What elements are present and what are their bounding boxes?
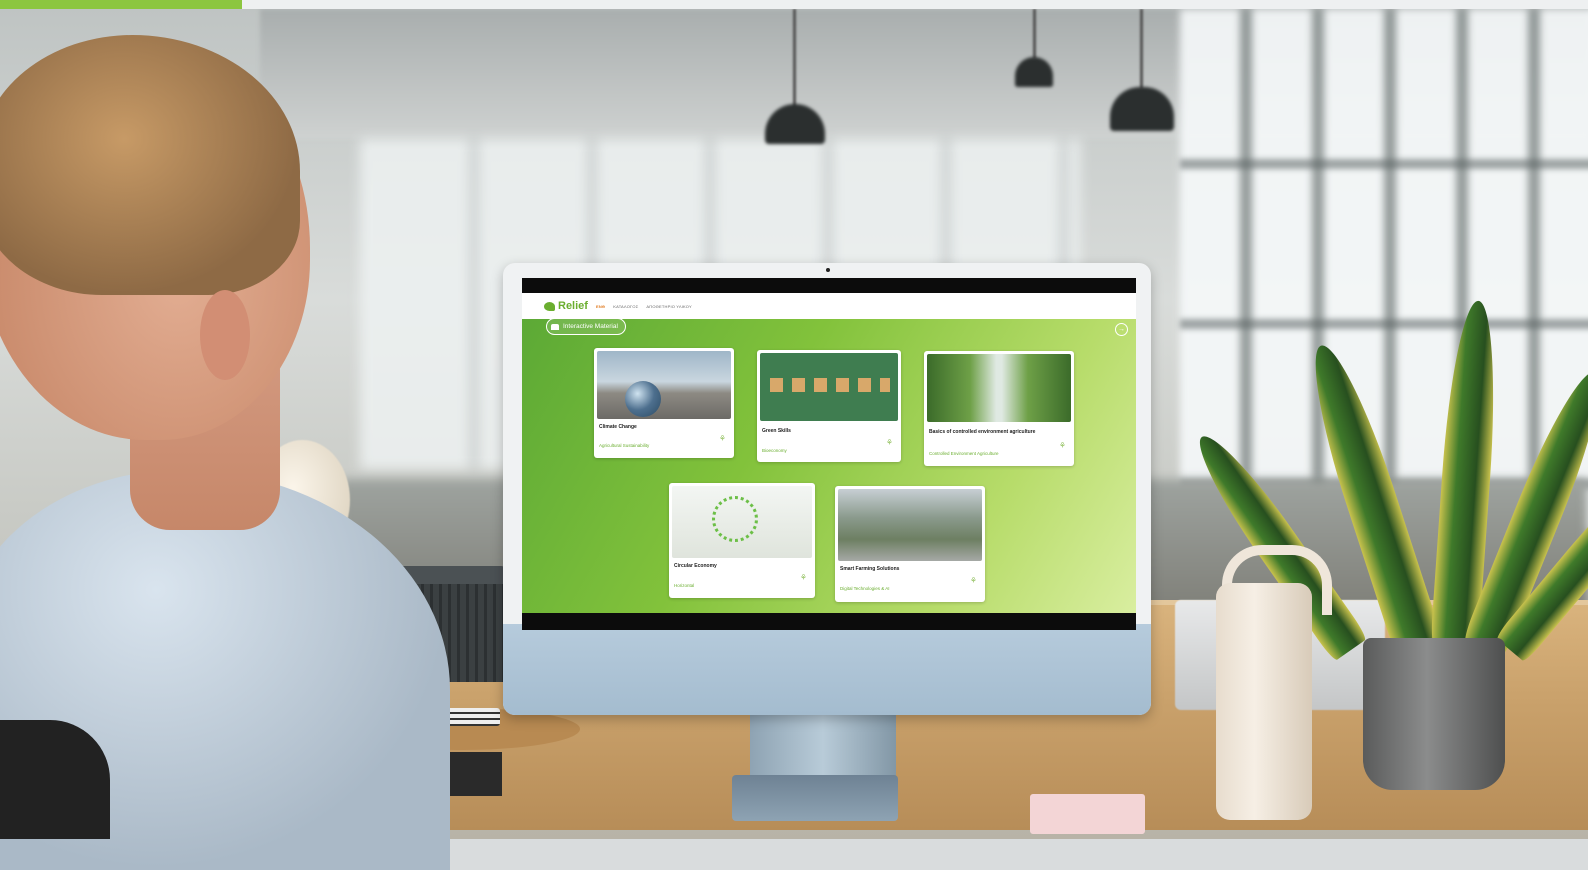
brand-name: Relief bbox=[558, 300, 588, 312]
card-title: Green Skills bbox=[762, 428, 791, 434]
card-subtitle: Bioeconomy bbox=[762, 448, 787, 453]
card-subtitle: Controlled Environment Agriculture bbox=[929, 451, 999, 456]
course-card[interactable]: Basics of controlled environment agricul… bbox=[924, 351, 1074, 466]
course-card[interactable]: Smart Farming Solutions Digital Technolo… bbox=[835, 486, 985, 602]
right-window-mullions bbox=[1180, 9, 1588, 529]
lamp-cord bbox=[793, 9, 796, 109]
card-title: Basics of controlled environment agricul… bbox=[929, 429, 1036, 435]
card-image bbox=[927, 354, 1071, 422]
card-image bbox=[838, 489, 982, 561]
pendant-lamp bbox=[1015, 57, 1053, 87]
card-title: Smart Farming Solutions bbox=[840, 566, 900, 572]
nav-item-repository[interactable]: ΑΠΟΘΕΤΗΡΙΟ ΥΛΙΚΟΥ bbox=[646, 304, 691, 309]
course-card[interactable]: Green Skills Bioeconomy ⚘ bbox=[757, 350, 901, 462]
card-subtitle: Digital Technologies & AI bbox=[840, 586, 890, 591]
sprout-icon: ⚘ bbox=[1058, 441, 1067, 450]
office-chair bbox=[0, 720, 110, 839]
card-subtitle: Horizontal bbox=[674, 583, 695, 588]
card-image bbox=[672, 486, 812, 558]
monitor-screen: Relief ΕΝΘ ΚΑΤΑΛΟΓΟΣ ΑΠΟΘΕΤΗΡΙΟ ΥΛΙΚΟΥ I… bbox=[522, 278, 1136, 630]
sprout-icon: ⚘ bbox=[885, 438, 894, 447]
nav-item-home[interactable]: ΕΝΘ bbox=[596, 304, 605, 309]
sprout-icon: ⚘ bbox=[799, 573, 808, 582]
nav-item-catalog[interactable]: ΚΑΤΑΛΟΓΟΣ bbox=[613, 304, 638, 309]
section-label: Interactive Material bbox=[563, 323, 618, 330]
course-card[interactable]: Climate Change Agricultural Sustainabili… bbox=[594, 348, 734, 458]
card-title: Climate Change bbox=[599, 424, 637, 430]
card-subtitle: Agricultural Sustainability bbox=[599, 443, 650, 448]
arrow-right-icon[interactable]: → bbox=[1115, 323, 1128, 336]
monitor-chin bbox=[503, 624, 1151, 715]
brand-logo[interactable]: Relief bbox=[544, 300, 588, 312]
card-title: Circular Economy bbox=[674, 563, 717, 569]
graduation-cap-icon bbox=[551, 323, 559, 330]
course-card[interactable]: Circular Economy Horizontal ⚘ bbox=[669, 483, 815, 598]
lamp-cord bbox=[1140, 9, 1143, 89]
section-pill[interactable]: Interactive Material bbox=[546, 318, 626, 335]
lamp-cord bbox=[1033, 9, 1036, 59]
leaf-logo-icon bbox=[544, 301, 555, 311]
top-strip bbox=[0, 0, 1588, 9]
sprout-icon: ⚘ bbox=[718, 434, 727, 443]
person-ear bbox=[200, 290, 250, 380]
app-header: Relief ΕΝΘ ΚΑΤΑΛΟΓΟΣ ΑΠΟΘΕΤΗΡΙΟ ΥΛΙΚΟΥ bbox=[522, 293, 1136, 319]
webcam bbox=[826, 268, 830, 272]
plant-pot bbox=[1363, 638, 1505, 790]
web-app: Relief ΕΝΘ ΚΑΤΑΛΟΓΟΣ ΑΠΟΘΕΤΗΡΙΟ ΥΛΙΚΟΥ I… bbox=[522, 293, 1136, 613]
card-image bbox=[597, 351, 731, 419]
water-bottle bbox=[1216, 583, 1312, 820]
top-accent-bar bbox=[0, 0, 242, 9]
sticky-notes bbox=[1030, 794, 1145, 834]
monitor-base bbox=[732, 775, 898, 821]
sprout-icon: ⚘ bbox=[969, 576, 978, 585]
card-image bbox=[760, 353, 898, 421]
